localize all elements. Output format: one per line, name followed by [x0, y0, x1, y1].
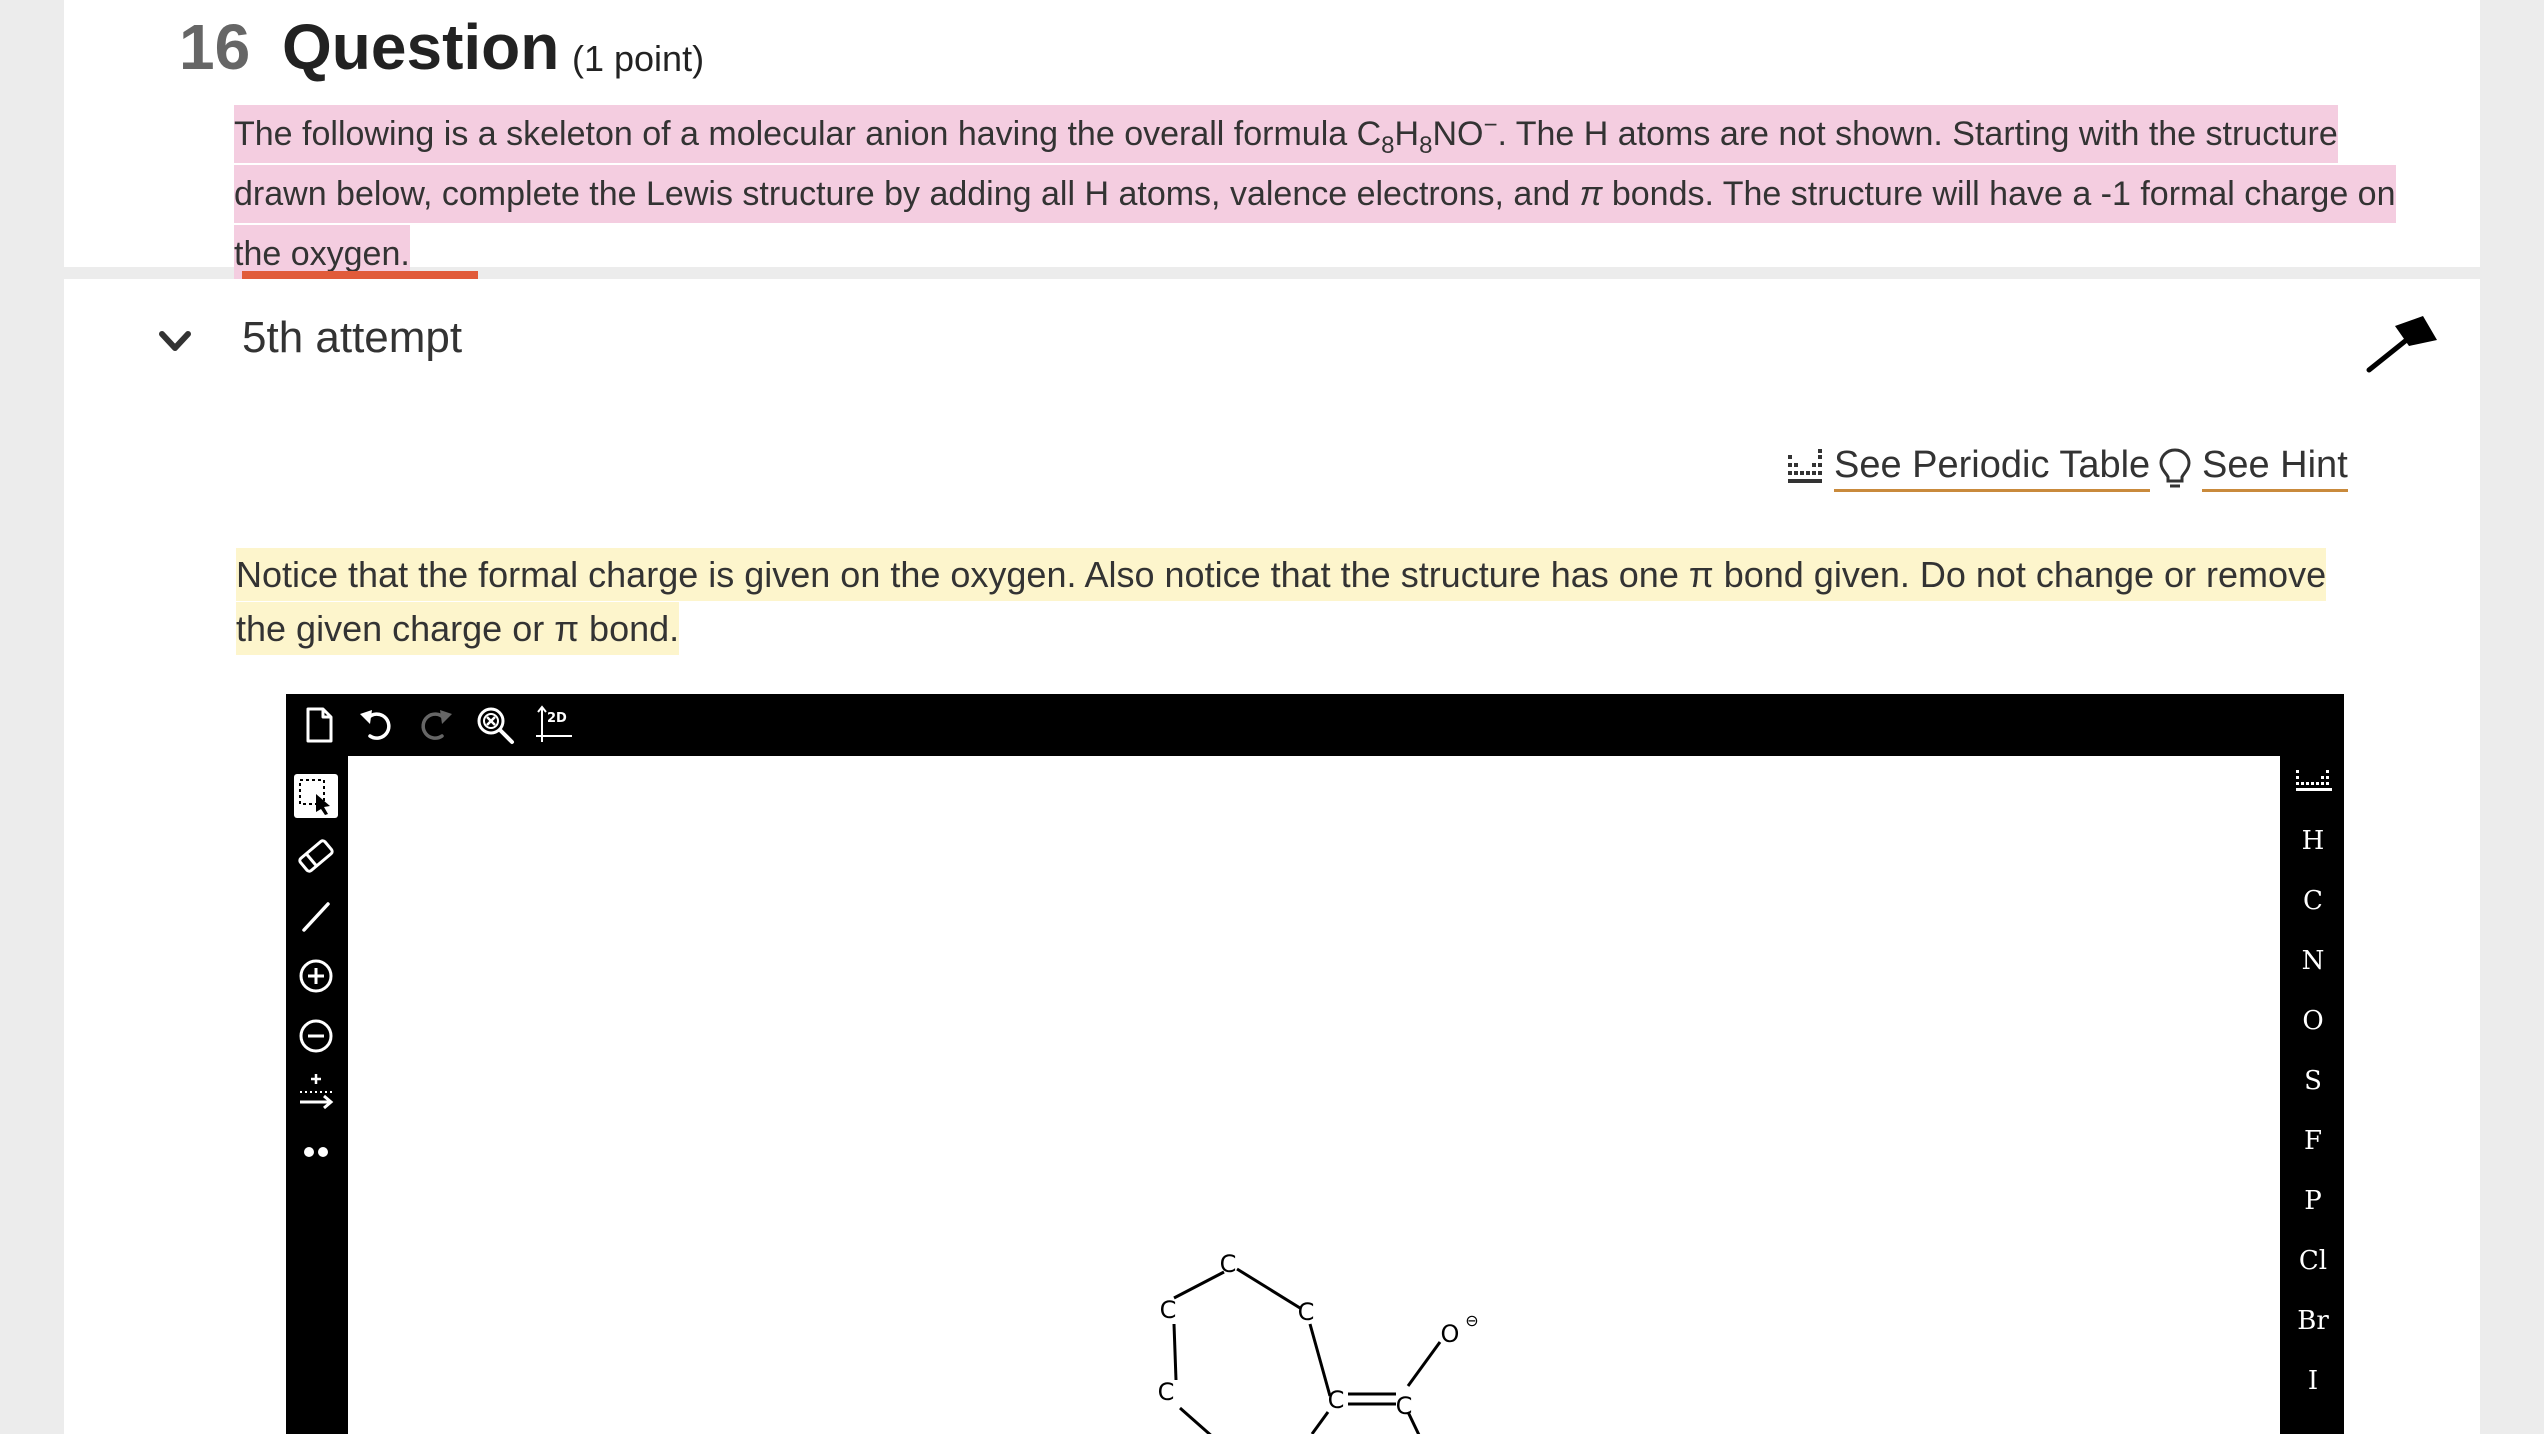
element-br-button[interactable]: Br	[2282, 1296, 2344, 1346]
lone-pair-icon[interactable]	[294, 1128, 338, 1172]
element-c-button[interactable]: C	[2282, 876, 2344, 926]
question-header-card: 16 Question (1 point) The following is a…	[64, 0, 2480, 283]
see-periodic-table-link[interactable]: See Periodic Table	[1786, 444, 2151, 492]
element-h-button[interactable]: H	[2282, 816, 2344, 866]
question-title: Question	[282, 11, 560, 83]
element-s-button[interactable]: S	[2282, 1056, 2344, 1106]
undo-icon[interactable]	[356, 704, 398, 746]
molecule-drawing[interactable]: C C C C C C C C O N ⊖	[348, 756, 2280, 1434]
select-icon	[299, 779, 330, 815]
element-i-button[interactable]: I	[2282, 1356, 2344, 1406]
periodic-table-label: See Periodic Table	[1834, 444, 2151, 492]
atom-c4[interactable]: C	[1158, 1378, 1175, 1406]
minus-charge-icon[interactable]	[294, 1014, 338, 1058]
atom-c3[interactable]: C	[1298, 1298, 1315, 1326]
periodic-table-icon	[1788, 449, 1822, 483]
notice-text: Notice that the formal charge is given o…	[236, 548, 2336, 656]
bond-icon[interactable]	[294, 894, 338, 938]
element-n-button[interactable]: N	[2282, 936, 2344, 986]
editor-left-toolbar	[286, 754, 346, 1434]
element-p-button[interactable]: P	[2282, 1176, 2344, 1226]
plus-charge-icon[interactable]	[294, 954, 338, 998]
attempt-label[interactable]: 5th attempt	[242, 313, 462, 363]
lightbulb-icon	[2159, 448, 2191, 488]
hint-label: See Hint	[2202, 444, 2348, 492]
2d-label: 2D	[547, 711, 567, 726]
pin-icon[interactable]	[2365, 312, 2441, 374]
see-hint-link[interactable]: See Hint	[2158, 444, 2348, 492]
atom-c8[interactable]: C	[1396, 1392, 1413, 1420]
element-cl-button[interactable]: Cl	[2282, 1236, 2344, 1286]
charge-symbol[interactable]: ⊖	[1465, 1311, 1478, 1330]
element-palette: H C N O S F P Cl Br I	[2282, 754, 2344, 1434]
arrow-icon[interactable]	[294, 1072, 338, 1116]
structure-editor: 2D C C C C C C O ⊖ H C N O S F P Cl Br I	[286, 694, 2344, 1434]
redo-icon[interactable]	[414, 704, 456, 746]
periodic-table-icon[interactable]	[2294, 766, 2334, 794]
element-o-button[interactable]: O	[2282, 996, 2344, 1046]
2d-clean-icon[interactable]: 2D	[534, 704, 576, 746]
chevron-down-icon[interactable]	[158, 324, 192, 358]
attempt-indicator	[242, 271, 478, 279]
zoom-clear-icon[interactable]	[474, 704, 516, 746]
element-f-button[interactable]: F	[2282, 1116, 2344, 1166]
select-tool[interactable]	[294, 774, 338, 818]
question-number: 16	[179, 11, 251, 83]
question-points: (1 point)	[572, 38, 705, 79]
question-text: The following is a skeleton of a molecul…	[234, 104, 2404, 284]
drawing-canvas[interactable]: C C C C C C C C O N ⊖	[348, 756, 2280, 1434]
atom-o[interactable]: O	[1441, 1320, 1460, 1348]
eraser-icon[interactable]	[294, 834, 338, 878]
atom-c7[interactable]: C	[1328, 1386, 1345, 1414]
atom-c2[interactable]: C	[1220, 1250, 1237, 1278]
atom-c1[interactable]: C	[1160, 1296, 1177, 1324]
editor-toolbar: 2D	[286, 694, 2344, 754]
new-document-icon[interactable]	[298, 704, 340, 746]
